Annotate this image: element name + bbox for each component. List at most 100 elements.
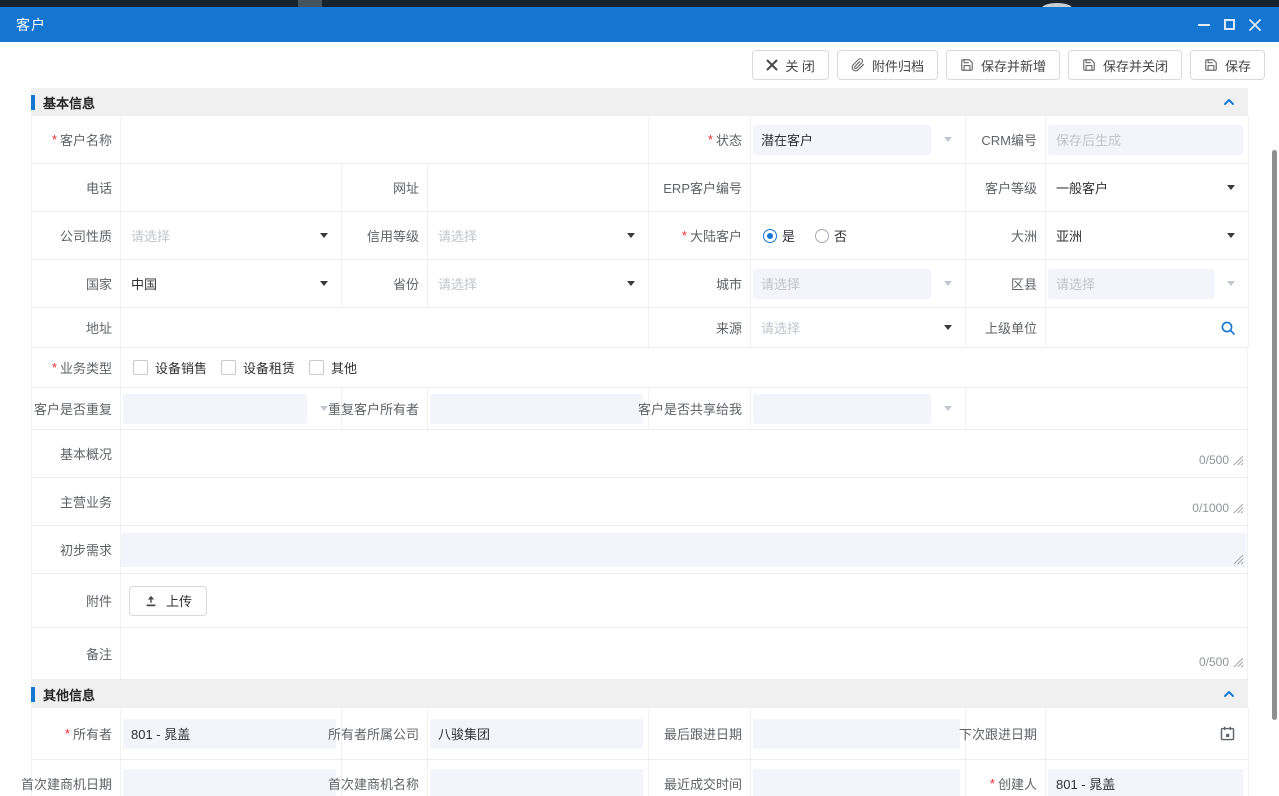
save-and-close-button[interactable]: 保存并关闭: [1068, 50, 1182, 80]
crm-no-label: CRM编号: [966, 116, 1046, 163]
customer-name-input[interactable]: [121, 116, 649, 163]
first-opp-date-input[interactable]: [121, 760, 342, 796]
district-select-box[interactable]: 请选择: [1048, 269, 1214, 299]
resize-grip-icon[interactable]: [1233, 503, 1244, 514]
chevron-down-icon: [944, 325, 952, 330]
customer-form: 基本信息 *客户名称 *状态 潜在客户 CRM编号 保存后生成 电话 网址 ER…: [31, 88, 1248, 796]
shared-to-me-select[interactable]: [751, 388, 966, 429]
crm-no-input[interactable]: 保存后生成: [1046, 116, 1249, 163]
save-and-new-button[interactable]: 保存并新增: [946, 50, 1060, 80]
last-follow-date-box[interactable]: [753, 719, 960, 749]
first-opp-date-box[interactable]: [123, 769, 336, 796]
empty-cell: [966, 388, 1248, 429]
status-select-box[interactable]: 潜在客户: [753, 125, 931, 155]
owner-company-input[interactable]: 八骏集团: [428, 708, 649, 759]
last-deal-time-input[interactable]: [751, 760, 966, 796]
required-mark: *: [52, 132, 57, 147]
company-nature-select[interactable]: 请选择: [121, 212, 342, 259]
required-mark: *: [682, 228, 687, 243]
source-select[interactable]: 请选择: [751, 308, 966, 347]
owner-company-input-box[interactable]: 八骏集团: [430, 719, 643, 749]
remark-label: 备注: [32, 628, 121, 679]
save-button-label: 保存: [1225, 56, 1251, 75]
continent-label: 大洲: [966, 212, 1046, 259]
credit-label: 信用等级: [342, 212, 428, 259]
chevron-down-icon: [320, 233, 328, 238]
resize-grip-icon[interactable]: [1233, 657, 1244, 668]
save-icon: [1204, 58, 1218, 72]
is-duplicate-label: 客户是否重复: [32, 388, 121, 429]
last-deal-time-box[interactable]: [753, 769, 960, 796]
initial-demand-textarea[interactable]: [121, 533, 1246, 567]
section-title-basic: 基本信息: [43, 93, 95, 112]
resize-grip-icon[interactable]: [1233, 455, 1244, 466]
continent-select[interactable]: 亚洲: [1046, 212, 1249, 259]
form-toolbar: 关 闭 附件归档 保存并新增 保存并关闭 保存: [0, 42, 1279, 88]
radio-no[interactable]: 否: [815, 226, 847, 245]
address-label: 地址: [32, 308, 121, 347]
erp-no-input[interactable]: [751, 164, 966, 211]
first-opp-name-input[interactable]: [428, 760, 649, 796]
basic-profile-textarea[interactable]: 0/500: [121, 430, 1248, 477]
remark-textarea[interactable]: 0/500: [121, 628, 1248, 679]
checkbox-other[interactable]: 其他: [309, 358, 357, 377]
close-icon[interactable]: [1249, 19, 1261, 31]
maximize-icon[interactable]: [1224, 19, 1235, 30]
attachment-archive-label: 附件归档: [872, 56, 924, 75]
address-input[interactable]: [121, 308, 649, 347]
credit-select[interactable]: 请选择: [428, 212, 649, 259]
search-icon[interactable]: [1220, 320, 1236, 336]
creator-input[interactable]: 801 - 晁盖: [1046, 760, 1249, 796]
chevron-down-icon: [944, 281, 952, 286]
crm-no-input-box[interactable]: 保存后生成: [1048, 125, 1243, 155]
is-duplicate-select-box[interactable]: [123, 394, 307, 424]
resize-grip-icon[interactable]: [1233, 554, 1244, 565]
chevron-down-icon: [1227, 185, 1235, 190]
district-select[interactable]: 请选择: [1046, 260, 1249, 307]
owner-input-box[interactable]: 801 - 晁盖: [123, 719, 336, 749]
checkbox-equipment-rental[interactable]: 设备租赁: [221, 358, 295, 377]
source-label: 来源: [649, 308, 751, 347]
province-select[interactable]: 请选择: [428, 260, 649, 307]
phone-input[interactable]: [121, 164, 342, 211]
is-duplicate-select[interactable]: [121, 388, 342, 429]
creator-input-box[interactable]: 801 - 晁盖: [1048, 769, 1243, 796]
char-counter: 0/500: [1199, 655, 1247, 669]
checkbox-equipment-sales[interactable]: 设备销售: [133, 358, 207, 377]
website-input[interactable]: [428, 164, 649, 211]
parent-unit-lookup[interactable]: [1046, 308, 1249, 347]
chevron-down-icon: [627, 233, 635, 238]
form-row: 地址 来源 请选择 上级单位: [31, 308, 1248, 348]
shared-to-me-select-box[interactable]: [753, 394, 931, 424]
owner-input[interactable]: 801 - 晁盖: [121, 708, 342, 759]
chevron-down-icon: [627, 281, 635, 286]
next-follow-date-picker[interactable]: [1046, 708, 1249, 759]
close-button[interactable]: 关 闭: [752, 50, 829, 80]
upload-button[interactable]: 上传: [129, 586, 207, 616]
dup-owner-input[interactable]: [428, 388, 649, 429]
save-button[interactable]: 保存: [1190, 50, 1265, 80]
collapse-chevron-up-icon[interactable]: [1222, 96, 1236, 108]
radio-selected-icon: [763, 229, 777, 243]
upload-icon: [144, 594, 158, 608]
attachment-archive-button[interactable]: 附件归档: [837, 50, 938, 80]
collapse-chevron-up-icon[interactable]: [1222, 688, 1236, 700]
main-business-textarea[interactable]: 0/1000: [121, 478, 1248, 525]
char-counter: 0/500: [1199, 453, 1247, 467]
status-select[interactable]: 潜在客户: [751, 116, 966, 163]
checkbox-icon: [133, 360, 148, 375]
first-opp-name-box[interactable]: [430, 769, 643, 796]
city-select-box[interactable]: 请选择: [753, 269, 931, 299]
dup-owner-input-box[interactable]: [430, 394, 643, 424]
radio-yes[interactable]: 是: [763, 226, 795, 245]
minimize-icon[interactable]: [1198, 24, 1210, 26]
level-select[interactable]: 一般客户: [1046, 164, 1249, 211]
dup-owner-label: 重复客户所有者: [342, 388, 428, 429]
chevron-down-icon: [320, 406, 328, 411]
parent-unit-label: 上级单位: [966, 308, 1046, 347]
vertical-scrollbar-thumb[interactable]: [1272, 150, 1277, 720]
last-follow-date-input[interactable]: [751, 708, 966, 759]
city-select[interactable]: 请选择: [751, 260, 966, 307]
calendar-icon[interactable]: [1219, 725, 1236, 742]
country-select[interactable]: 中国: [121, 260, 342, 307]
